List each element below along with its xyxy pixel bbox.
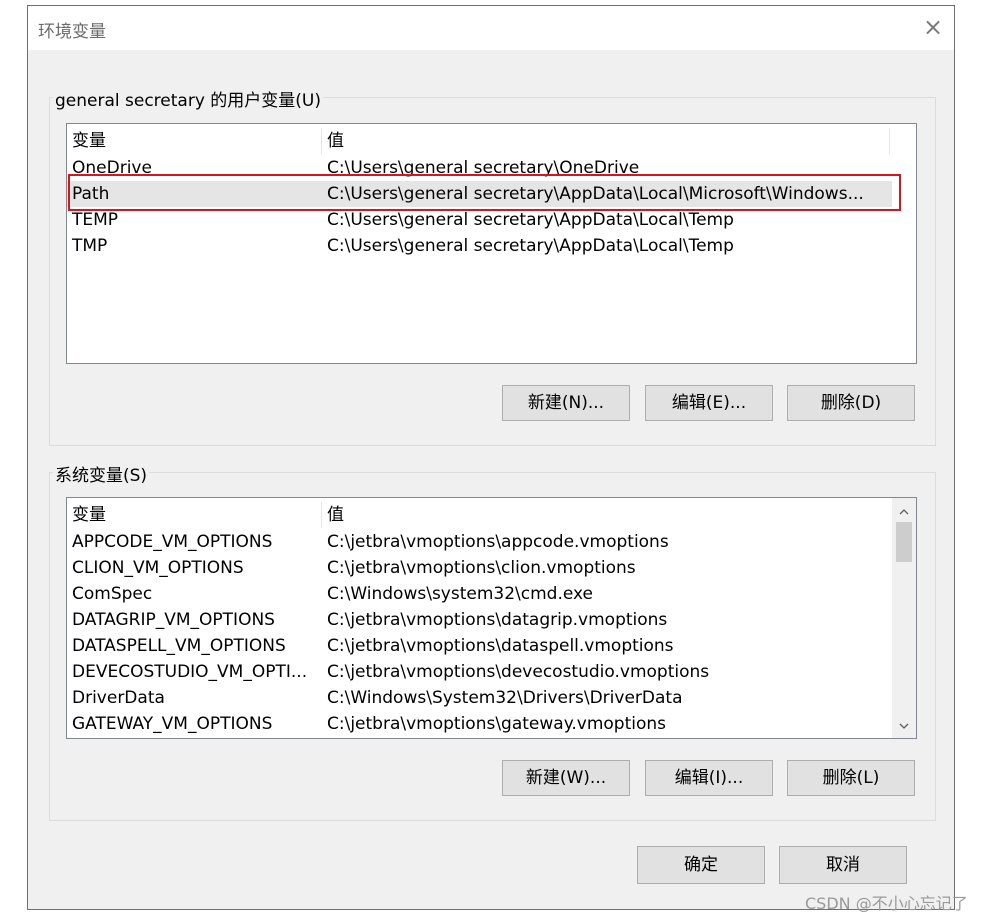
column-divider[interactable] (321, 128, 322, 154)
variable-name: DriverData (72, 688, 165, 708)
system-variables-list[interactable]: 变量 值 APPCODE_VM_OPTIONS C:\jetbra\vmopti… (66, 497, 917, 739)
variable-value: C:\Windows\system32\cmd.exe (327, 584, 594, 604)
variable-name: ComSpec (72, 584, 153, 604)
title-bar: 环境变量 × (28, 6, 954, 50)
column-header-variable[interactable]: 变量 (72, 128, 106, 154)
column-header-value[interactable]: 值 (327, 502, 344, 528)
variable-name: GATEWAY_VM_OPTIONS (72, 714, 273, 734)
list-item[interactable]: DATAGRIP_VM_OPTIONS C:\jetbra\vmoptions\… (67, 607, 892, 633)
list-header: 变量 值 (67, 128, 892, 154)
watermark: CSDN @不小心忘记了 (805, 894, 968, 913)
column-header-value[interactable]: 值 (327, 128, 344, 154)
close-icon[interactable]: × (920, 14, 946, 40)
variable-name: APPCODE_VM_OPTIONS (72, 532, 273, 552)
variable-value: C:\jetbra\vmoptions\appcode.vmoptions (327, 532, 669, 552)
ok-button[interactable]: 确定 (637, 846, 765, 884)
column-divider[interactable] (889, 128, 890, 154)
user-delete-button[interactable]: 删除(D) (787, 385, 915, 421)
system-edit-button[interactable]: 编辑(I)... (645, 760, 773, 796)
variable-name: DATAGRIP_VM_OPTIONS (72, 610, 275, 630)
list-item[interactable]: DriverData C:\Windows\System32\Drivers\D… (67, 685, 892, 711)
list-item[interactable]: APPCODE_VM_OPTIONS C:\jetbra\vmoptions\a… (67, 529, 892, 555)
variable-value: C:\jetbra\vmoptions\gateway.vmoptions (327, 714, 666, 734)
variable-value: C:\Users\general secretary\AppData\Local… (327, 236, 734, 256)
cancel-button[interactable]: 取消 (779, 846, 907, 884)
list-item[interactable]: TMP C:\Users\general secretary\AppData\L… (67, 233, 892, 259)
vertical-scrollbar[interactable] (892, 498, 916, 738)
highlight-annotation (68, 174, 901, 211)
system-variables-label: 系统变量(S) (53, 461, 150, 486)
user-new-button[interactable]: 新建(N)... (502, 385, 630, 421)
system-new-button[interactable]: 新建(W)... (502, 760, 630, 796)
list-item[interactable]: ComSpec C:\Windows\system32\cmd.exe (67, 581, 892, 607)
system-delete-button[interactable]: 删除(L) (787, 760, 915, 796)
dialog-title: 环境变量 (38, 22, 106, 42)
user-variables-list[interactable]: 变量 值 OneDrive C:\Users\general secretary… (66, 123, 917, 364)
list-item[interactable]: CLION_VM_OPTIONS C:\jetbra\vmoptions\cli… (67, 555, 892, 581)
variable-name: DATASPELL_VM_OPTIONS (72, 636, 286, 656)
variable-name: TMP (72, 236, 108, 256)
list-header: 变量 值 (67, 502, 892, 528)
variable-value: C:\jetbra\vmoptions\clion.vmoptions (327, 558, 636, 578)
scroll-down-icon[interactable] (892, 714, 916, 736)
user-variables-label: general secretary 的用户变量(U) (53, 86, 323, 111)
variable-value: C:\jetbra\vmoptions\datagrip.vmoptions (327, 610, 668, 630)
environment-variables-dialog: 环境变量 × general secretary 的用户变量(U) 变量 值 O… (27, 5, 955, 910)
list-item[interactable]: GATEWAY_VM_OPTIONS C:\jetbra\vmoptions\g… (67, 711, 892, 737)
scrollbar-thumb[interactable] (896, 522, 912, 562)
variable-value: C:\jetbra\vmoptions\dataspell.vmoptions (327, 636, 674, 656)
column-header-variable[interactable]: 变量 (72, 502, 106, 528)
list-item[interactable]: DEVECOSTUDIO_VM_OPTI... C:\jetbra\vmopti… (67, 659, 892, 685)
column-divider[interactable] (321, 502, 322, 528)
variable-value: C:\jetbra\vmoptions\devecostudio.vmoptio… (327, 662, 710, 682)
scroll-up-icon[interactable] (892, 500, 916, 522)
variable-name: CLION_VM_OPTIONS (72, 558, 244, 578)
variable-value: C:\Windows\System32\Drivers\DriverData (327, 688, 683, 708)
user-edit-button[interactable]: 编辑(E)... (645, 385, 773, 421)
variable-name: DEVECOSTUDIO_VM_OPTI... (72, 662, 308, 682)
list-item[interactable]: DATASPELL_VM_OPTIONS C:\jetbra\vmoptions… (67, 633, 892, 659)
